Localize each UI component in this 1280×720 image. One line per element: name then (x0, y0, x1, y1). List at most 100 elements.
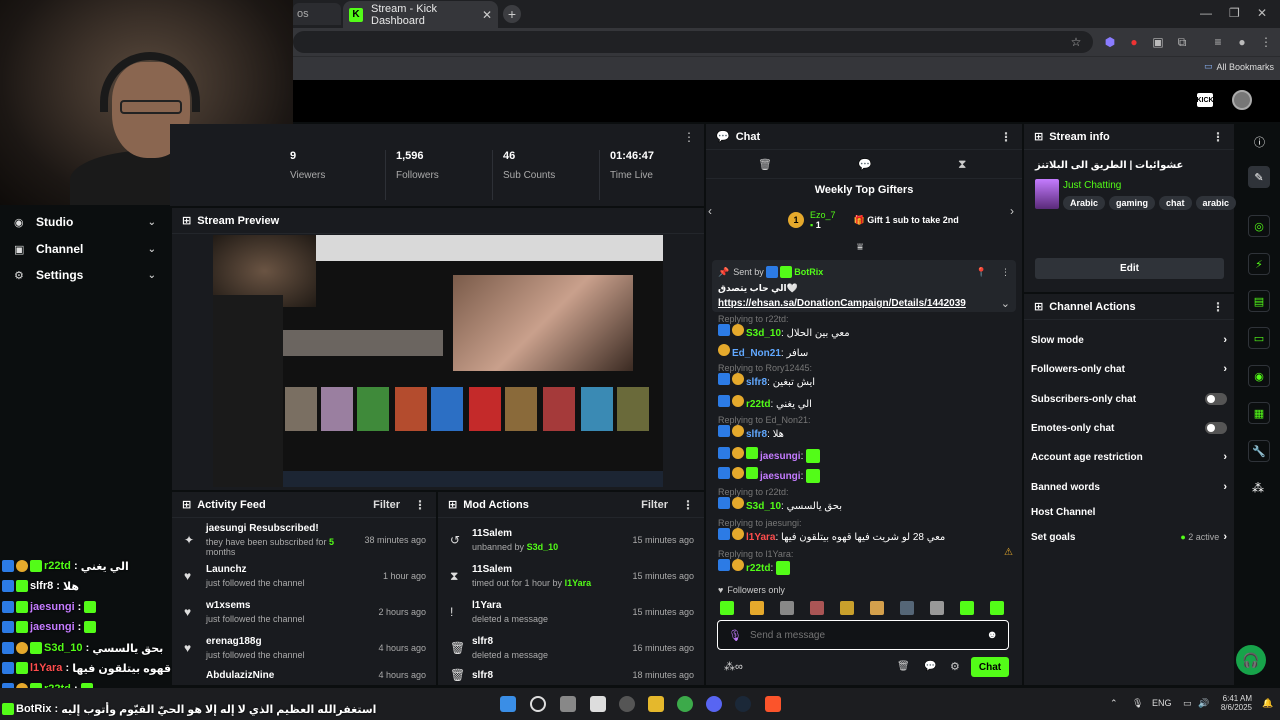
search-icon[interactable] (530, 696, 546, 712)
extension-shield-icon[interactable]: ⬢ (1102, 34, 1118, 50)
language-indicator[interactable]: ENG (1152, 698, 1172, 708)
extension-frame-icon[interactable]: ▣ (1150, 34, 1166, 50)
browser-tab-inactive[interactable]: os (293, 3, 341, 25)
activity-filter-button[interactable]: Filter (373, 499, 400, 511)
send-chat-button[interactable]: Chat (971, 657, 1009, 677)
action-slow-mode[interactable]: Slow mode › (1031, 329, 1227, 351)
omnibox[interactable] (293, 31, 1093, 53)
close-window-icon[interactable]: ✕ (1257, 6, 1267, 20)
chat-input[interactable] (749, 629, 987, 641)
chat-input-box[interactable]: 🎙 ☻ (717, 620, 1009, 650)
chat-username[interactable]: jaesungi (760, 471, 801, 482)
sidebar-item-channel[interactable]: ▣ Channel ⌄ (0, 236, 170, 262)
hourglass-icon[interactable]: ⧗ (958, 157, 966, 172)
emote-icon[interactable] (810, 601, 824, 615)
microphone-icon[interactable]: 🎙 (728, 629, 742, 642)
subscribers-only-toggle[interactable] (1205, 393, 1227, 405)
support-headset-icon[interactable]: 🎧 (1236, 645, 1266, 675)
discord-icon[interactable] (706, 696, 722, 712)
mod-kebab-icon[interactable]: ⋮ (682, 498, 694, 512)
windows-start-icon[interactable] (500, 696, 516, 712)
bolt-icon[interactable]: ⚡ (1248, 253, 1270, 275)
steam-icon[interactable] (735, 696, 751, 712)
chat-bubble-icon[interactable]: 💬 (924, 661, 936, 672)
obs-icon[interactable] (619, 696, 635, 712)
notification-bell-icon[interactable]: 🔔 (1262, 698, 1273, 709)
emote-icon[interactable] (990, 601, 1004, 615)
apps-icon[interactable]: ⁂ (1252, 481, 1264, 495)
profile-avatar-icon[interactable]: ● (1234, 34, 1250, 50)
action-set-goals[interactable]: Set goals ● 2 active › (1031, 526, 1227, 548)
gift-cta[interactable]: 🎁 Gift 1 sub to take 2nd (854, 215, 959, 226)
emote-icon[interactable] (960, 601, 974, 615)
trash-icon[interactable]: 🗑 (897, 661, 910, 672)
stats-kebab-icon[interactable]: ⋮ (683, 130, 695, 144)
action-account-age[interactable]: Account age restriction › (1031, 446, 1227, 468)
gear-icon[interactable]: ⚙ (950, 660, 960, 673)
media-controls-icon[interactable]: ≡ (1210, 34, 1226, 50)
browser-tab-active[interactable]: K Stream - Kick Dashboard ✕ (343, 1, 498, 28)
chat-icon[interactable]: ▭ (1248, 327, 1270, 349)
chat-username[interactable]: slfr8 (746, 429, 767, 440)
extension-record-icon[interactable]: ● (1126, 34, 1142, 50)
collapse-icon[interactable]: ⩸ (857, 242, 863, 253)
chat-username[interactable]: jaesungi (760, 451, 801, 462)
info-icon[interactable]: ⓘ (1254, 134, 1265, 150)
wrench-icon[interactable]: 🔧 (1248, 440, 1270, 462)
warning-icon[interactable]: ⚠ (1004, 547, 1013, 558)
user-avatar[interactable] (1232, 90, 1252, 110)
action-banned-words[interactable]: Banned words › (1031, 476, 1227, 498)
volume-icon[interactable]: 🔊 (1198, 698, 1209, 709)
chevron-right-icon[interactable]: › (1010, 204, 1014, 218)
task-view-icon[interactable] (560, 696, 576, 712)
minimize-icon[interactable]: — (1200, 6, 1212, 20)
settings-sparkle-icon[interactable]: ⁂∞ (724, 660, 743, 673)
clock[interactable]: 6:41 AM 8/6/2025 (1218, 694, 1252, 712)
bookmark-star-icon[interactable]: ☆ (1068, 34, 1084, 50)
pinned-link[interactable]: https://ehsan.sa/DonationCampaign/Detail… (718, 298, 966, 309)
emoji-icon[interactable]: ☻ (986, 629, 998, 641)
pencil-icon[interactable]: ✎ (1248, 166, 1270, 188)
edit-stream-info-button[interactable]: Edit (1035, 258, 1224, 279)
extensions-puzzle-icon[interactable]: ⧉ (1174, 34, 1190, 50)
chat-username[interactable]: S3d_10 (746, 328, 781, 339)
chrome-icon[interactable] (677, 696, 693, 712)
sidebar-item-studio[interactable]: ◉ Studio ⌄ (0, 209, 170, 235)
category-name[interactable]: Just Chatting (1063, 180, 1121, 191)
microphone-tray-icon[interactable]: 🎙 (1132, 698, 1143, 709)
top-gifter-card[interactable]: 1 Ezo_7 ▪ 1 🎁 Gift 1 sub to take 2nd (788, 210, 959, 230)
chat-username[interactable]: r22td (746, 563, 770, 574)
network-icon[interactable]: ▭ (1183, 698, 1192, 709)
all-bookmarks-button[interactable]: ▭ All Bookmarks (1204, 61, 1274, 72)
browser-menu-icon[interactable]: ⋮ (1258, 34, 1274, 50)
channel-actions-kebab-icon[interactable]: ⋮ (1212, 300, 1224, 314)
emotes-only-toggle[interactable] (1205, 422, 1227, 434)
tray-chevron-icon[interactable]: ⌃ (1110, 698, 1118, 709)
new-tab-button[interactable]: + (503, 5, 521, 23)
action-host-channel[interactable]: Host Channel (1031, 501, 1227, 523)
chat-kebab-icon[interactable]: ⋮ (1000, 130, 1012, 144)
stream-preview-video[interactable] (213, 235, 663, 487)
pinned-kebab-icon[interactable]: ⋮ (1001, 267, 1010, 278)
layers-icon[interactable]: ▦ (1248, 402, 1270, 424)
activity-kebab-icon[interactable]: ⋮ (414, 498, 426, 512)
emote-icon[interactable] (900, 601, 914, 615)
chevron-down-icon[interactable]: ⌄ (1001, 297, 1010, 310)
target-icon[interactable]: ◎ (1248, 215, 1270, 237)
brave-icon[interactable] (765, 696, 781, 712)
unpin-icon[interactable]: 📍 (976, 267, 987, 278)
broadcast-icon[interactable]: ◉ (1248, 365, 1270, 387)
chat-username[interactable]: Ed_Non21 (732, 348, 781, 359)
chat-bubble-icon[interactable]: 💬 (858, 158, 872, 171)
mod-filter-button[interactable]: Filter (641, 499, 668, 511)
chat-username[interactable]: S3d_10 (746, 501, 781, 512)
chevron-left-icon[interactable]: ‹ (708, 204, 712, 218)
emote-icon[interactable] (750, 601, 764, 615)
kick-logo-icon[interactable]: KICK (1196, 93, 1214, 107)
emote-icon[interactable] (780, 601, 794, 615)
emote-icon[interactable] (870, 601, 884, 615)
maximize-icon[interactable]: ❐ (1229, 6, 1240, 20)
trash-icon[interactable]: 🗑 (758, 158, 772, 171)
chat-username[interactable]: l1Yara (746, 532, 775, 543)
chat-username[interactable]: r22td (746, 399, 770, 410)
